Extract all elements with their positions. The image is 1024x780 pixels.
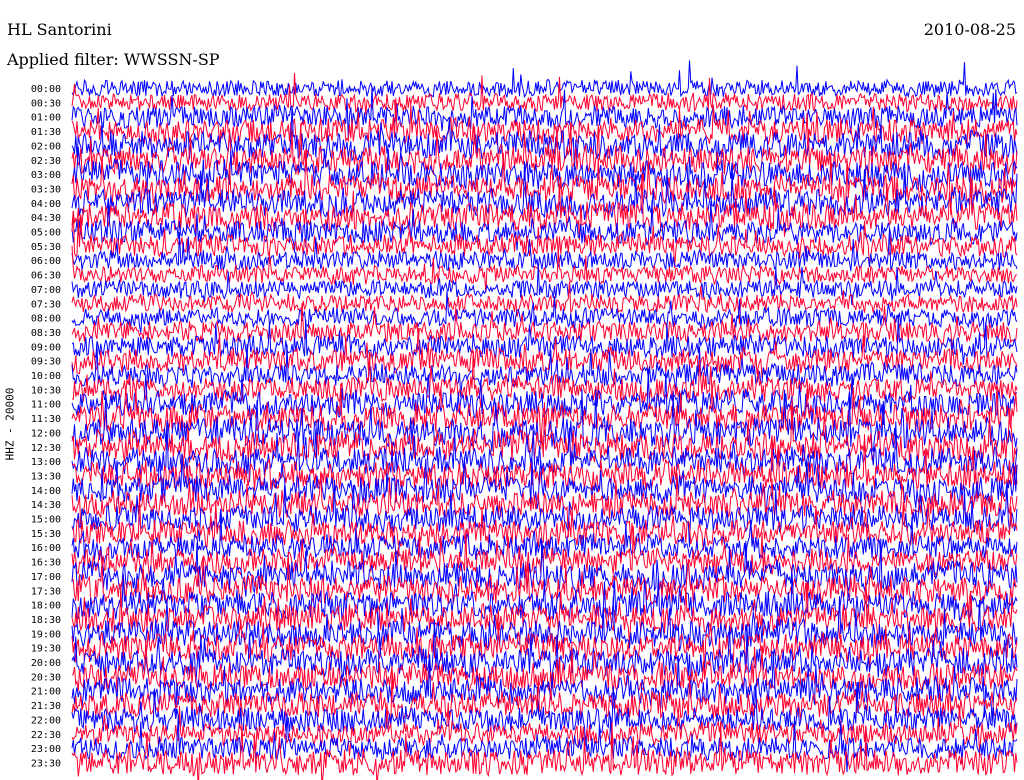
row-label-0200: 02:00: [31, 141, 61, 152]
row-label-2200: 22:00: [31, 715, 61, 726]
row-label-2300: 23:00: [31, 744, 61, 755]
row-label-1730: 17:30: [31, 586, 61, 597]
row-label-0630: 06:30: [31, 271, 61, 282]
row-label-1900: 19:00: [31, 629, 61, 640]
row-label-1600: 16:00: [31, 543, 61, 554]
row-label-2100: 21:00: [31, 687, 61, 698]
row-label-0000: 00:00: [31, 84, 61, 95]
row-label-0800: 08:00: [31, 314, 61, 325]
row-label-0430: 04:30: [31, 213, 61, 224]
row-label-group: 00:00 00:30 01:00 01:30 02:00 02:30 03:00 03:30…: [31, 84, 61, 769]
row-label-2330: 23:30: [31, 758, 61, 769]
row-label-1130: 11:30: [31, 414, 61, 425]
row-label-0600: 06:00: [31, 256, 61, 267]
row-label-1500: 15:00: [31, 515, 61, 526]
row-label-1630: 16:30: [31, 558, 61, 569]
row-label-0830: 08:30: [31, 328, 61, 339]
trace-row-0900: [71, 314, 1018, 365]
row-label-2000: 20:00: [31, 658, 61, 669]
row-label-0730: 07:30: [31, 299, 61, 310]
helicorder-plot: 00:00 00:30 01:00 01:30 02:00 02:30 03:00 03:30…: [31, 60, 1018, 780]
row-label-0130: 01:30: [31, 127, 61, 138]
row-label-1930: 19:30: [31, 644, 61, 655]
row-label-1800: 18:00: [31, 601, 61, 612]
row-label-0900: 09:00: [31, 342, 61, 353]
row-label-0330: 03:30: [31, 184, 61, 195]
row-label-2030: 20:30: [31, 672, 61, 683]
row-label-1200: 12:00: [31, 428, 61, 439]
row-label-1000: 10:00: [31, 371, 61, 382]
row-label-0230: 02:30: [31, 156, 61, 167]
row-label-1400: 14:00: [31, 486, 61, 497]
row-label-1430: 14:30: [31, 500, 61, 511]
row-label-0500: 05:00: [31, 228, 61, 239]
row-label-0930: 09:30: [31, 357, 61, 368]
row-label-1300: 13:00: [31, 457, 61, 468]
row-label-0100: 01:00: [31, 113, 61, 124]
row-label-1230: 12:30: [31, 443, 61, 454]
trace-row-0700: [71, 264, 1018, 306]
row-label-0530: 05:30: [31, 242, 61, 253]
row-label-1530: 15:30: [31, 529, 61, 540]
trace-group: [71, 60, 1018, 780]
row-label-1330: 13:30: [31, 471, 61, 482]
row-label-0400: 04:00: [31, 199, 61, 210]
row-label-2130: 21:30: [31, 701, 61, 712]
row-label-1030: 10:30: [31, 385, 61, 396]
row-label-0300: 03:00: [31, 170, 61, 181]
row-label-1700: 17:00: [31, 572, 61, 583]
row-label-1100: 11:00: [31, 400, 61, 411]
trace-row-1400: [71, 453, 1018, 522]
row-label-0700: 07:00: [31, 285, 61, 296]
row-label-2230: 22:30: [31, 730, 61, 741]
trace-row-0000: [71, 60, 1018, 99]
row-label-1830: 18:30: [31, 615, 61, 626]
row-label-0030: 00:30: [31, 98, 61, 109]
